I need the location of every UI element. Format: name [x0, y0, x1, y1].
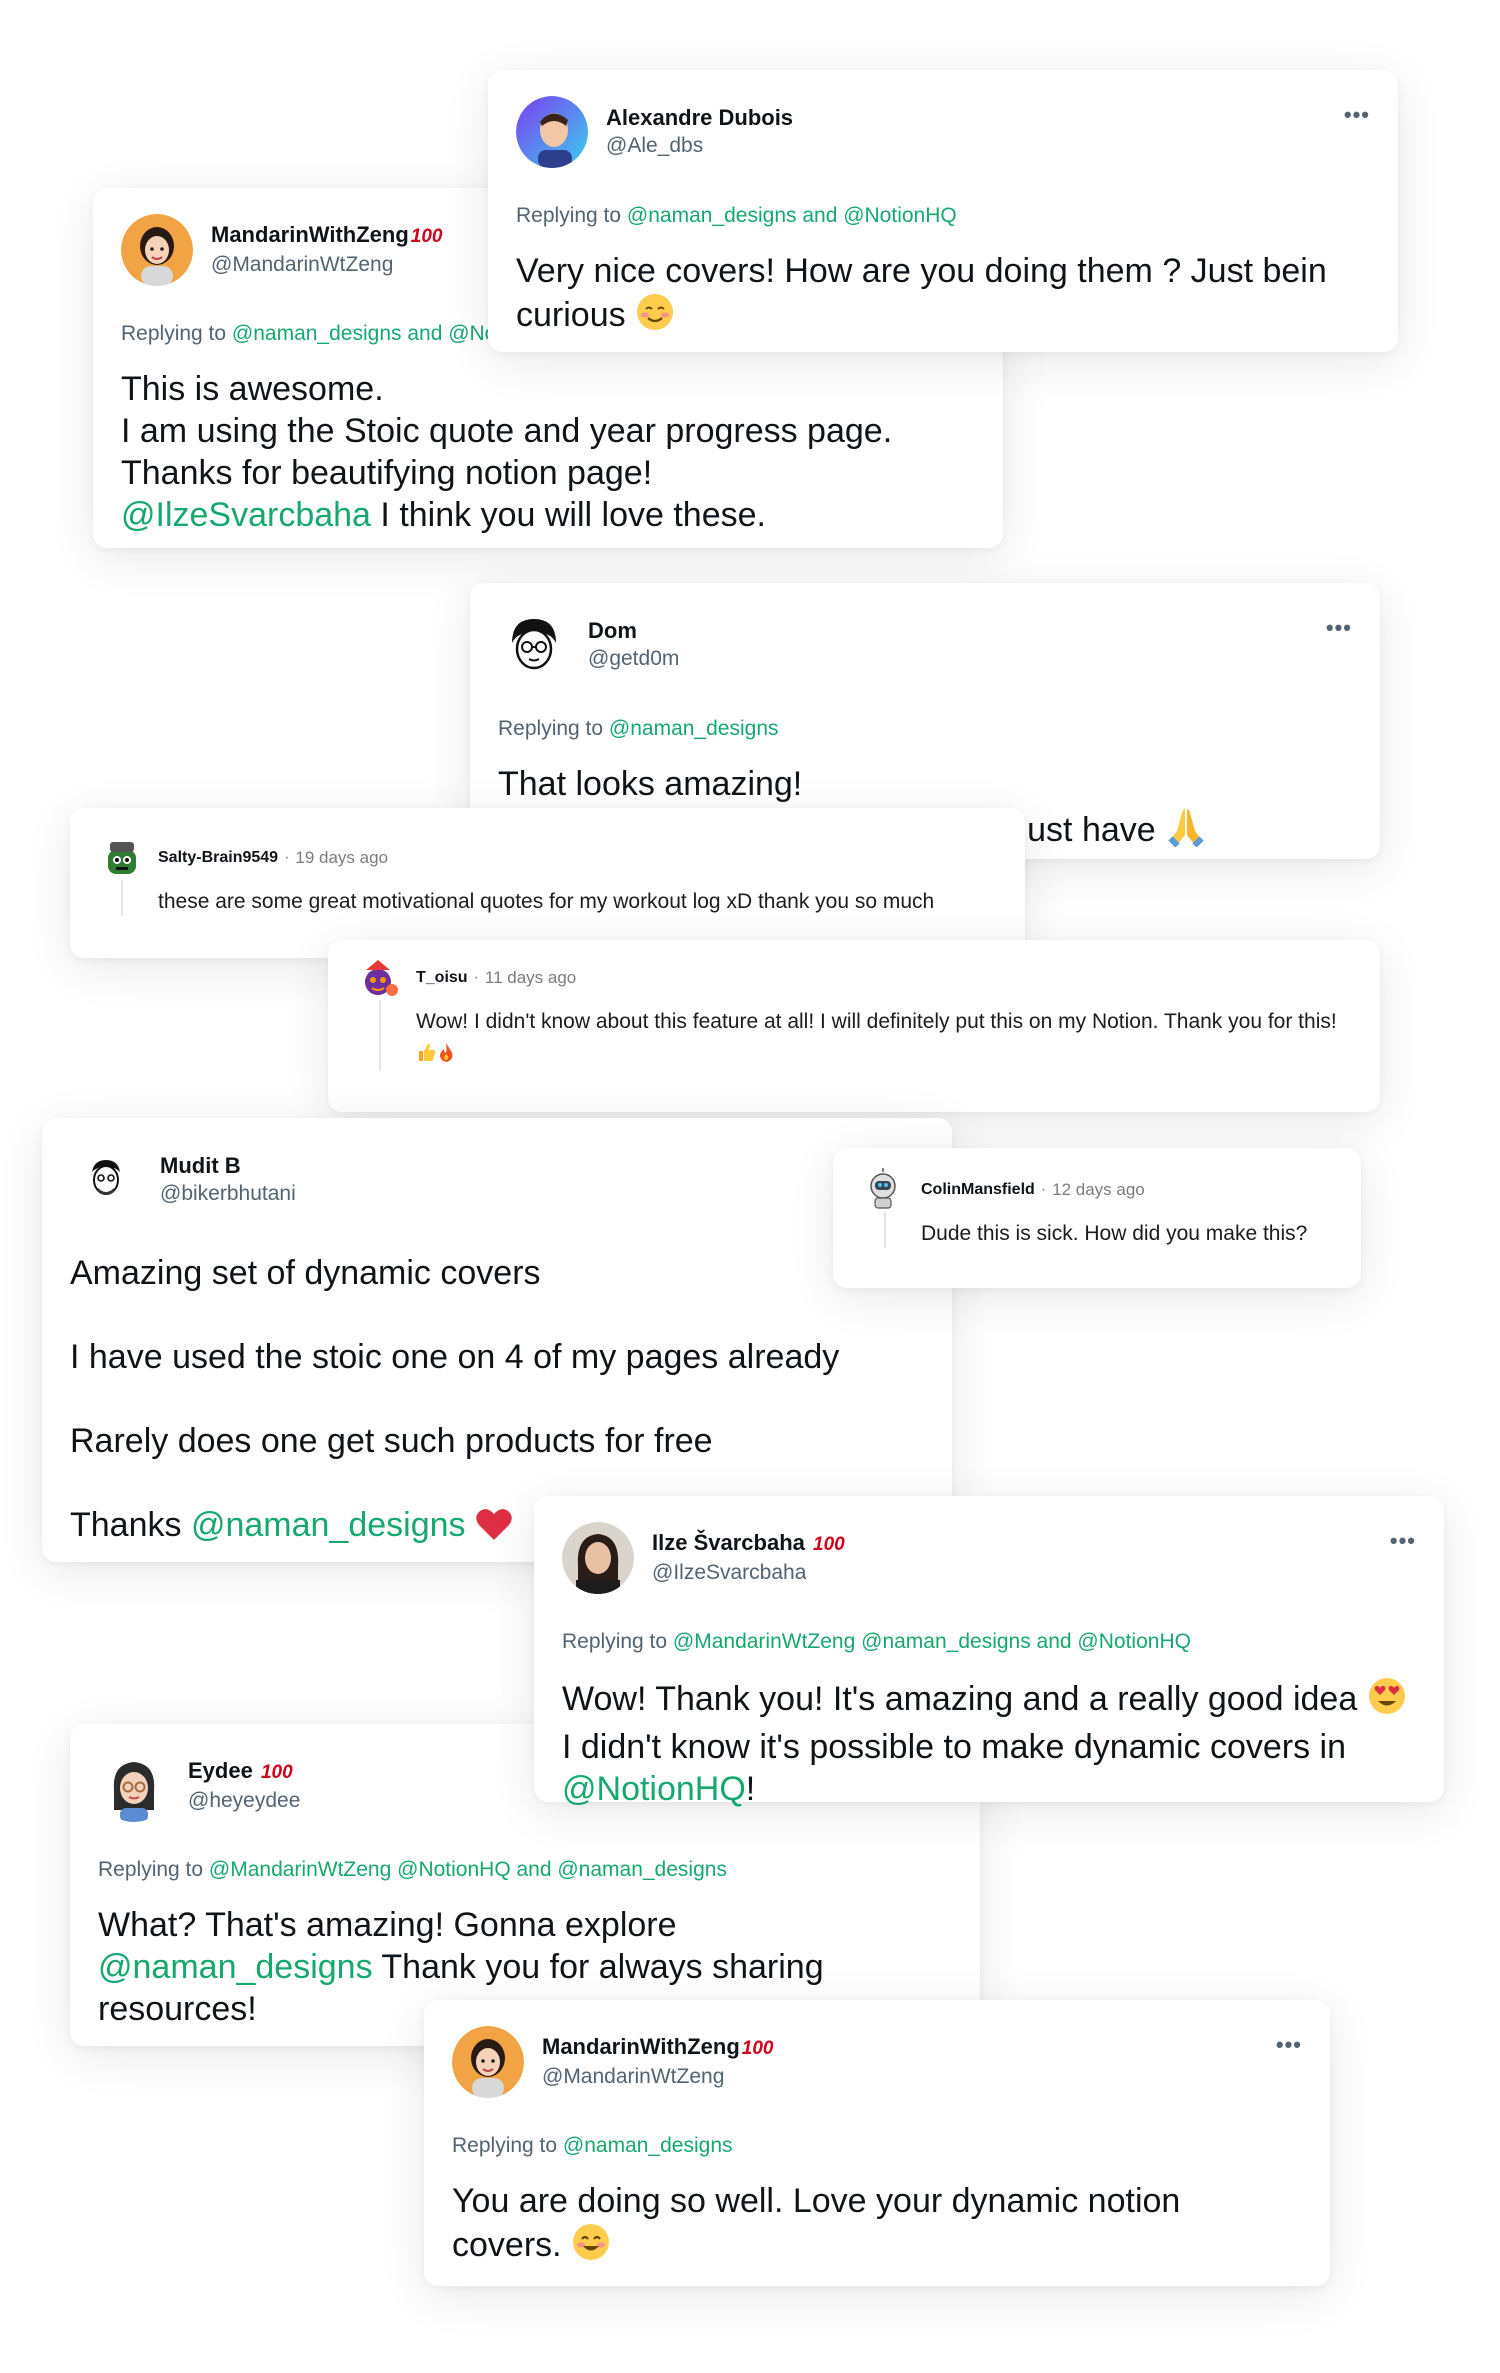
comment-text: Wow! I didn't know about this feature at… [416, 1006, 1356, 1073]
comment-text: these are some great motivational quotes… [158, 890, 935, 913]
handle[interactable]: @heyeydee [188, 1787, 300, 1815]
comment-timestamp[interactable]: 19 days ago [295, 848, 388, 868]
reddit-comment-toisu: T_oisu · 11 days ago Wow! I didn't know … [328, 940, 1380, 1112]
mention-link[interactable]: @NotionHQ [562, 1770, 746, 1808]
more-options-icon[interactable]: ••• [1276, 2032, 1302, 2058]
avatar[interactable] [863, 1168, 907, 1212]
thread-line[interactable] [884, 1212, 886, 1248]
reply-to-link[interactable]: @naman_designs [609, 717, 779, 740]
display-name[interactable]: Mudit B [160, 1152, 296, 1180]
thumbs-up-fire-emoji [416, 1041, 456, 1073]
avatar[interactable] [70, 1144, 142, 1216]
tweet-text: Very nice covers! How are you doing them… [516, 250, 1370, 342]
handle[interactable]: @Ale_dbs [606, 132, 793, 160]
tweet-card-alexandre: Alexandre Dubois @Ale_dbs ••• Replying t… [488, 70, 1398, 352]
more-options-icon[interactable]: ••• [1326, 615, 1352, 641]
avatar[interactable] [562, 1522, 634, 1594]
display-name[interactable]: Dom [588, 617, 679, 645]
hundred-points-icon: 100 [741, 2038, 774, 2059]
hundred-points-icon: 100 [260, 1762, 293, 1783]
reply-to-link[interactable]: @MandarinWtZeng @NotionHQ and @naman_des… [209, 1858, 727, 1881]
hundred-points-icon: 100 [410, 226, 443, 247]
comment-timestamp[interactable]: 12 days ago [1052, 1180, 1145, 1200]
red-heart-emoji [475, 1506, 513, 1552]
display-name: Eydee [188, 1758, 253, 1783]
avatar[interactable] [121, 214, 193, 286]
reddit-comment-colin: ColinMansfield · 12 days ago Dude this i… [833, 1148, 1361, 1288]
tweet-card-ilze: Ilze Švarcbaha 100 @IlzeSvarcbaha ••• Re… [534, 1496, 1444, 1808]
tweet-text: You are doing so well. Love your dynamic… [452, 2180, 1232, 2272]
mention-link[interactable]: @IlzeSvarcbaha [121, 496, 371, 534]
reply-line: Replying to @naman_designs [498, 717, 779, 740]
reddit-username[interactable]: T_oisu [416, 969, 468, 987]
avatar[interactable] [498, 609, 570, 681]
display-name: MandarinWithZeng [211, 222, 409, 247]
smiling-emoji [571, 2222, 611, 2272]
testimonial-collage: MandarinWithZeng 100 @MandarinWtZeng Repl… [0, 0, 1500, 2373]
thread-line[interactable] [379, 1000, 381, 1071]
tweet-text: This is awesome. I am using the Stoic qu… [121, 370, 893, 534]
display-name: MandarinWithZeng [542, 2034, 740, 2059]
avatar[interactable] [100, 836, 144, 880]
reply-line: Replying to @naman_designs and @NotionHQ [516, 204, 957, 227]
reply-to-link[interactable]: @naman_designs [563, 2134, 733, 2157]
handle[interactable]: @MandarinWtZeng [542, 2063, 774, 2091]
thread-line[interactable] [121, 880, 123, 916]
hundred-points-icon: 100 [813, 1534, 845, 1555]
display-name: Ilze Švarcbaha [652, 1530, 805, 1555]
smiling-blush-emoji [635, 292, 675, 342]
reply-line: Replying to @naman_designs [452, 2134, 733, 2157]
praying-hands-emoji [1165, 805, 1207, 857]
mention-link[interactable]: @naman_designs [98, 1948, 373, 1986]
tweet-card-mandarin-2: MandarinWithZeng 100 @MandarinWtZeng ••• … [424, 2000, 1330, 2286]
reply-line: Replying to @MandarinWtZeng @NotionHQ an… [98, 1858, 727, 1881]
comment-text: Dude this is sick. How did you make this… [921, 1222, 1308, 1245]
heart-eyes-emoji [1367, 1676, 1407, 1726]
handle[interactable]: @IlzeSvarcbaha [652, 1559, 845, 1587]
reply-line: Replying to @MandarinWtZeng @naman_desig… [562, 1630, 1191, 1653]
reply-to-link[interactable]: @naman_designs and @NotionHQ [627, 204, 957, 227]
reddit-username[interactable]: ColinMansfield [921, 1181, 1035, 1199]
reddit-comment-salty: Salty-Brain9549 · 19 days ago these are … [70, 808, 1025, 958]
avatar[interactable] [98, 1750, 170, 1822]
avatar[interactable] [452, 2026, 524, 2098]
handle[interactable]: @getd0m [588, 645, 679, 673]
handle[interactable]: @MandarinWtZeng [211, 251, 443, 279]
reply-to-link[interactable]: @MandarinWtZeng @naman_designs and @Noti… [673, 1630, 1191, 1653]
more-options-icon[interactable]: ••• [1344, 102, 1370, 128]
reddit-username[interactable]: Salty-Brain9549 [158, 849, 278, 867]
handle[interactable]: @bikerbhutani [160, 1180, 296, 1208]
avatar[interactable] [358, 956, 402, 1000]
display-name[interactable]: Alexandre Dubois [606, 104, 793, 132]
tweet-text: Wow! Thank you! It's amazing and a reall… [562, 1676, 1416, 1810]
more-options-icon[interactable]: ••• [1390, 1528, 1416, 1554]
comment-timestamp[interactable]: 11 days ago [485, 968, 576, 988]
mention-link[interactable]: @naman_designs [191, 1506, 466, 1544]
avatar[interactable] [516, 96, 588, 168]
